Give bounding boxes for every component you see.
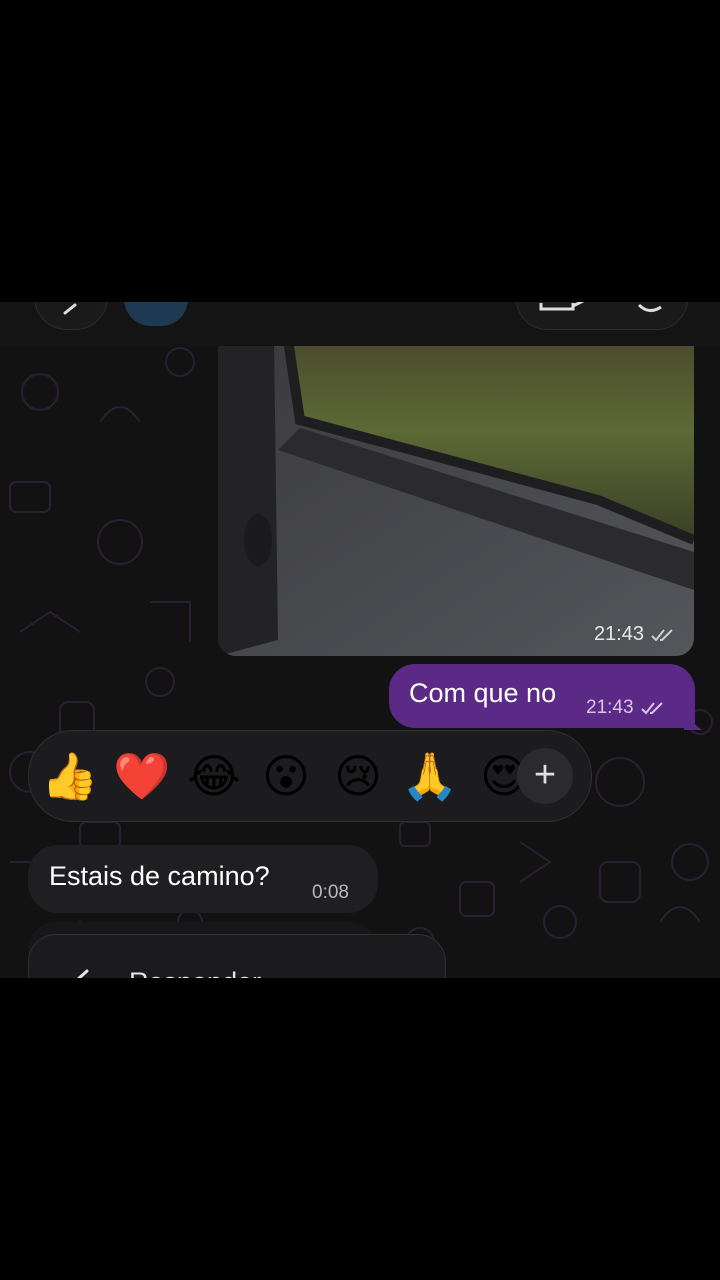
chevron-left-icon — [63, 303, 77, 315]
reaction-picker: 👍 ❤️ 😂 😮 😢 🙏 😍 + — [28, 730, 592, 822]
outgoing-message[interactable]: Com que no 21:43 — [389, 664, 695, 728]
contact-avatar[interactable] — [124, 302, 188, 326]
back-button[interactable] — [34, 302, 108, 330]
reaction-thumbs-up[interactable]: 👍 — [41, 747, 99, 805]
reply-menu-item[interactable]: Responder — [129, 967, 261, 978]
incoming-message-time: 0:08 — [312, 882, 349, 903]
phone-call-icon[interactable] — [635, 302, 665, 315]
reaction-red-heart[interactable]: ❤️ — [113, 747, 171, 805]
outgoing-bubble-tail — [684, 706, 702, 730]
double-check-icon — [640, 702, 663, 715]
chat-header — [0, 302, 720, 346]
photo-message[interactable]: 21:43 — [218, 340, 694, 656]
reply-icon — [76, 969, 89, 978]
outgoing-message-time: 21:43 — [586, 697, 634, 718]
outgoing-message-text: Com que no — [409, 678, 557, 708]
reaction-tears-of-joy[interactable]: 😂 — [185, 747, 243, 805]
more-reactions-button[interactable]: + — [517, 748, 573, 804]
outgoing-message-meta: 21:43 — [586, 697, 666, 719]
message-context-menu: Responder — [28, 934, 446, 978]
reaction-open-mouth[interactable]: 😮 — [257, 747, 315, 805]
video-call-icon[interactable] — [539, 302, 587, 315]
double-check-icon — [651, 628, 673, 641]
call-actions — [516, 302, 688, 330]
incoming-message[interactable]: Estais de camino? 0:08 — [28, 845, 378, 913]
photo-message-image — [218, 340, 694, 656]
chat-screen: 21:43 Com que no 21:43 👍 ❤️ 😂 😮 😢 🙏 😍 + … — [0, 302, 720, 978]
photo-timestamp: 21:43 — [594, 623, 676, 646]
incoming-message-text: Estais de camino? — [49, 861, 270, 891]
reaction-folded-hands[interactable]: 🙏 — [401, 747, 459, 805]
reaction-crying-face[interactable]: 😢 — [329, 747, 387, 805]
